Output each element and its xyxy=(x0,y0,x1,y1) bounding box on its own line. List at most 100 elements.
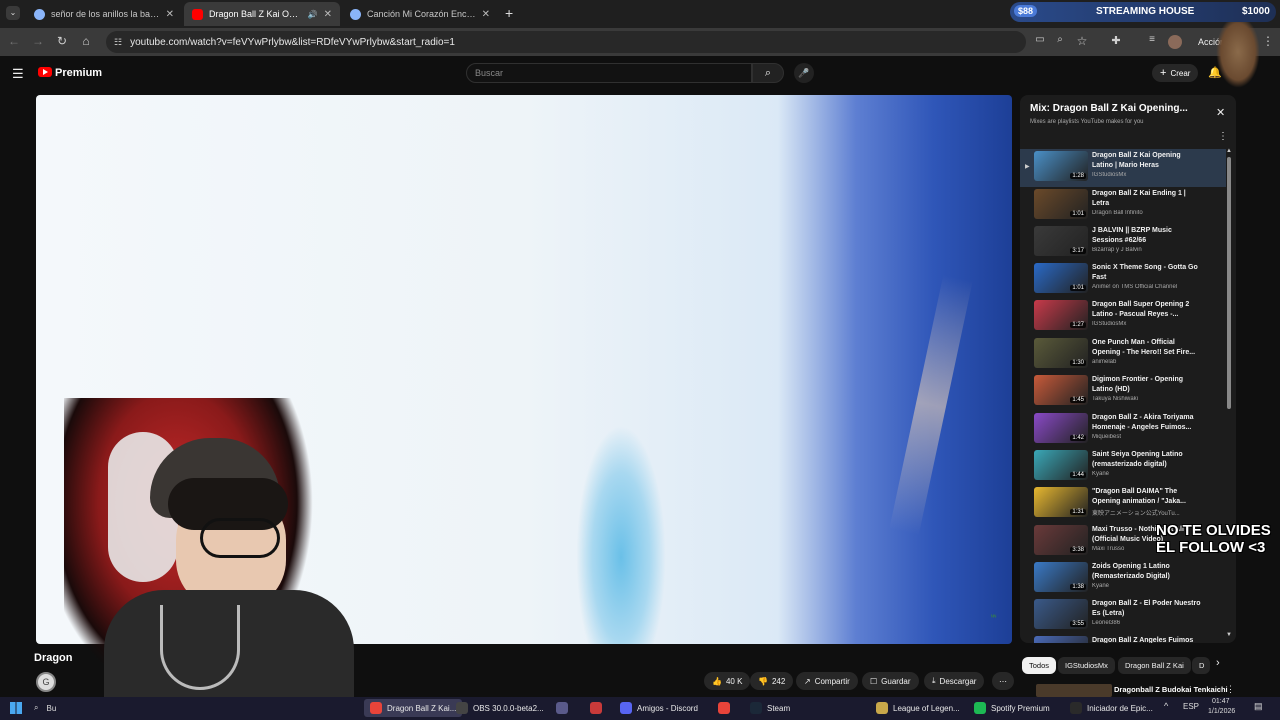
playlist-thumbnail[interactable]: 1:38 xyxy=(1034,562,1088,592)
chip-channel[interactable]: IGStudiosMx xyxy=(1058,657,1115,674)
more-vert-icon[interactable]: ⋮ xyxy=(1260,34,1276,48)
create-button[interactable]: + Crear xyxy=(1152,64,1199,82)
tray-chevron-icon[interactable]: ^ xyxy=(1164,701,1168,711)
playlist-item-title[interactable]: Sonic X Theme Song - Gotta Go Fast xyxy=(1092,263,1202,283)
forward-icon[interactable]: → xyxy=(30,34,46,48)
playlist-thumbnail[interactable]: 1:01 xyxy=(1034,189,1088,219)
address-bar[interactable]: ☷ youtube.com/watch?v=feVYwPrlybw&list=R… xyxy=(106,31,1026,53)
hamburger-icon[interactable]: ☰ xyxy=(12,66,24,82)
playlist-item-title[interactable]: J BALVIN || BZRP Music Sessions #62/66 xyxy=(1092,226,1202,246)
search-button[interactable]: ⌕ xyxy=(752,63,784,83)
playlist-thumbnail[interactable]: 3:38 xyxy=(1034,525,1088,555)
chip-more[interactable]: D xyxy=(1192,657,1210,674)
taskbar-app[interactable]: Dragon Ball Z Kai... xyxy=(364,699,463,717)
more-actions-button[interactable]: ⋯ xyxy=(992,672,1014,690)
taskbar-app[interactable]: Steam xyxy=(750,699,790,717)
playlist-title[interactable]: Mix: Dragon Ball Z Kai Opening... xyxy=(1030,103,1188,114)
chip-all[interactable]: Todos xyxy=(1022,657,1057,674)
playlist-thumbnail[interactable]: 1:44 xyxy=(1034,450,1088,480)
playlist-thumbnail[interactable] xyxy=(1034,636,1088,643)
notification-center-icon[interactable]: ▤ xyxy=(1254,701,1263,712)
playlist-thumbnail[interactable]: 1:31 xyxy=(1034,487,1088,517)
playlist-thumbnail[interactable]: 3:17 xyxy=(1034,226,1088,256)
playlist-item[interactable]: 1:42 Dragon Ball Z - Akira Toriyama Homen… xyxy=(1034,413,1232,449)
profile-avatar[interactable] xyxy=(1168,35,1182,49)
playlist-item[interactable]: 1:45 Digimon Frontier - Opening Latino (H… xyxy=(1034,375,1232,411)
close-icon[interactable]: ✕ xyxy=(1216,106,1225,119)
taskbar-app[interactable]: OBS 30.0.0-beta2... xyxy=(456,699,544,717)
new-tab-button[interactable]: + xyxy=(505,5,513,21)
mic-button[interactable]: 🎤 xyxy=(794,63,814,83)
tab-list-button[interactable]: ⌄ xyxy=(6,6,20,20)
browser-tab-3[interactable]: Canción Mi Corazón Encantado ✕ xyxy=(342,2,498,26)
playlist-thumbnail[interactable]: 1:28 xyxy=(1034,151,1088,181)
playlist-item-title[interactable]: Dragon Ball Z Kai Opening Latino | Mario… xyxy=(1092,151,1202,171)
playlist-item-title[interactable]: Digimon Frontier - Opening Latino (HD) xyxy=(1092,375,1202,395)
playlist-item[interactable]: 3:55 Dragon Ball Z - El Poder Nuestro Es … xyxy=(1034,599,1232,635)
playlist-thumbnail[interactable]: 1:42 xyxy=(1034,413,1088,443)
playlist-item-title[interactable]: Dragon Ball Z - Akira Toriyama Homenaje … xyxy=(1092,413,1202,433)
taskbar-search[interactable]: ⌕ Bu xyxy=(34,699,104,717)
media-control-icon[interactable]: ≡ xyxy=(1144,34,1160,45)
playlist-item-title[interactable]: Dragon Ball Z - El Poder Nuestro Es (Let… xyxy=(1092,599,1202,619)
playlist-item[interactable]: 1:30 One Punch Man - Official Opening - T… xyxy=(1034,338,1232,374)
taskbar-app[interactable] xyxy=(556,699,573,717)
playlist-item[interactable]: Dragon Ball Z Angeles Fuimos xyxy=(1034,636,1232,643)
speaker-icon[interactable]: 🔊 xyxy=(308,10,318,19)
reload-icon[interactable]: ↻ xyxy=(54,34,70,48)
playlist-thumbnail[interactable]: 3:55 xyxy=(1034,599,1088,629)
playlist-item-title[interactable]: Dragon Ball Z Kai Ending 1 | Letra xyxy=(1092,189,1202,209)
close-icon[interactable]: ✕ xyxy=(166,9,174,20)
next-video-thumb[interactable] xyxy=(1036,684,1112,697)
taskbar-app[interactable] xyxy=(718,699,735,717)
taskbar-app[interactable] xyxy=(590,699,607,717)
taskbar-app[interactable]: Spotify Premium xyxy=(974,699,1050,717)
clock-date[interactable]: 1/1/2026 xyxy=(1208,708,1235,715)
chip-topic[interactable]: Dragon Ball Z Kai xyxy=(1118,657,1191,674)
search-input[interactable]: Buscar xyxy=(466,63,752,83)
bookmark-star-icon[interactable]: ☆ xyxy=(1074,34,1090,48)
close-icon[interactable]: ✕ xyxy=(482,9,490,20)
share-button[interactable]: ↗ Compartir xyxy=(796,672,858,690)
playlist-item-title[interactable]: Saint Seiya Opening Latino (remasterizad… xyxy=(1092,450,1202,470)
zoom-icon[interactable]: ⌕ xyxy=(1052,34,1068,45)
like-button[interactable]: 👍 40 K xyxy=(704,672,751,690)
download-button[interactable]: ⤓ Descargar xyxy=(924,672,985,690)
cast-icon[interactable]: ▭ xyxy=(1032,34,1048,45)
playlist-item[interactable]: 1:38 Zoids Opening 1 Latino (Remasterizad… xyxy=(1034,562,1232,598)
playlist-scrollbar[interactable] xyxy=(1227,157,1231,409)
scroll-up-icon[interactable]: ▲ xyxy=(1226,148,1232,154)
windows-start-icon[interactable] xyxy=(10,702,22,714)
playlist-thumbnail[interactable]: 1:27 xyxy=(1034,300,1088,330)
chevron-right-icon[interactable]: › xyxy=(1216,657,1220,669)
extensions-icon[interactable]: ✚ xyxy=(1108,34,1124,47)
playlist-item-title[interactable]: Zoids Opening 1 Latino (Remasterizado Di… xyxy=(1092,562,1202,582)
clock-time[interactable]: 01:47 xyxy=(1212,698,1230,705)
home-icon[interactable]: ⌂ xyxy=(78,34,94,48)
taskbar-app[interactable]: Amigos - Discord xyxy=(620,699,698,717)
playlist-thumbnail[interactable]: 1:01 xyxy=(1034,263,1088,293)
playlist-item-title[interactable]: One Punch Man - Official Opening - The H… xyxy=(1092,338,1202,358)
playlist-item-title[interactable]: Dragon Ball Z Angeles Fuimos xyxy=(1092,636,1202,643)
browser-tab-2[interactable]: Dragon Ball Z Kai Opening 🔊 ✕ xyxy=(184,2,340,26)
playlist-thumbnail[interactable]: 1:45 xyxy=(1034,375,1088,405)
playlist-item-title[interactable]: "Dragon Ball DAIMA" The Opening animatio… xyxy=(1092,487,1202,507)
more-vert-icon[interactable]: ⋮ xyxy=(1218,131,1228,142)
playlist-item[interactable]: 1:28 Dragon Ball Z Kai Opening Latino | M… xyxy=(1034,151,1232,187)
browser-tab-1[interactable]: señor de los anillos la batalla p ✕ xyxy=(26,2,182,26)
playlist-item[interactable]: 1:01 Sonic X Theme Song - Gotta Go Fast An… xyxy=(1034,263,1232,299)
playlist-item[interactable]: 1:27 Dragon Ball Super Opening 2 Latino -… xyxy=(1034,300,1232,336)
playlist-item[interactable]: 1:01 Dragon Ball Z Kai Ending 1 | Letra Dr… xyxy=(1034,189,1232,225)
playlist-item[interactable]: 1:44 Saint Seiya Opening Latino (remaster… xyxy=(1034,450,1232,486)
site-info-icon[interactable]: ☷ xyxy=(114,37,122,48)
channel-avatar[interactable]: G xyxy=(36,672,56,692)
language-indicator[interactable]: ESP xyxy=(1183,702,1199,711)
playlist-item[interactable]: 3:17 J BALVIN || BZRP Music Sessions #62/… xyxy=(1034,226,1232,262)
close-icon[interactable]: ✕ xyxy=(324,9,332,20)
playlist-item[interactable]: 1:31 "Dragon Ball DAIMA" The Opening anim… xyxy=(1034,487,1232,523)
taskbar-app[interactable]: League of Legen... xyxy=(876,699,960,717)
scroll-down-icon[interactable]: ▼ xyxy=(1226,632,1232,638)
save-button[interactable]: ☐ Guardar xyxy=(862,672,919,690)
playlist-thumbnail[interactable]: 1:30 xyxy=(1034,338,1088,368)
dislike-button[interactable]: 👎 242 xyxy=(750,672,794,690)
